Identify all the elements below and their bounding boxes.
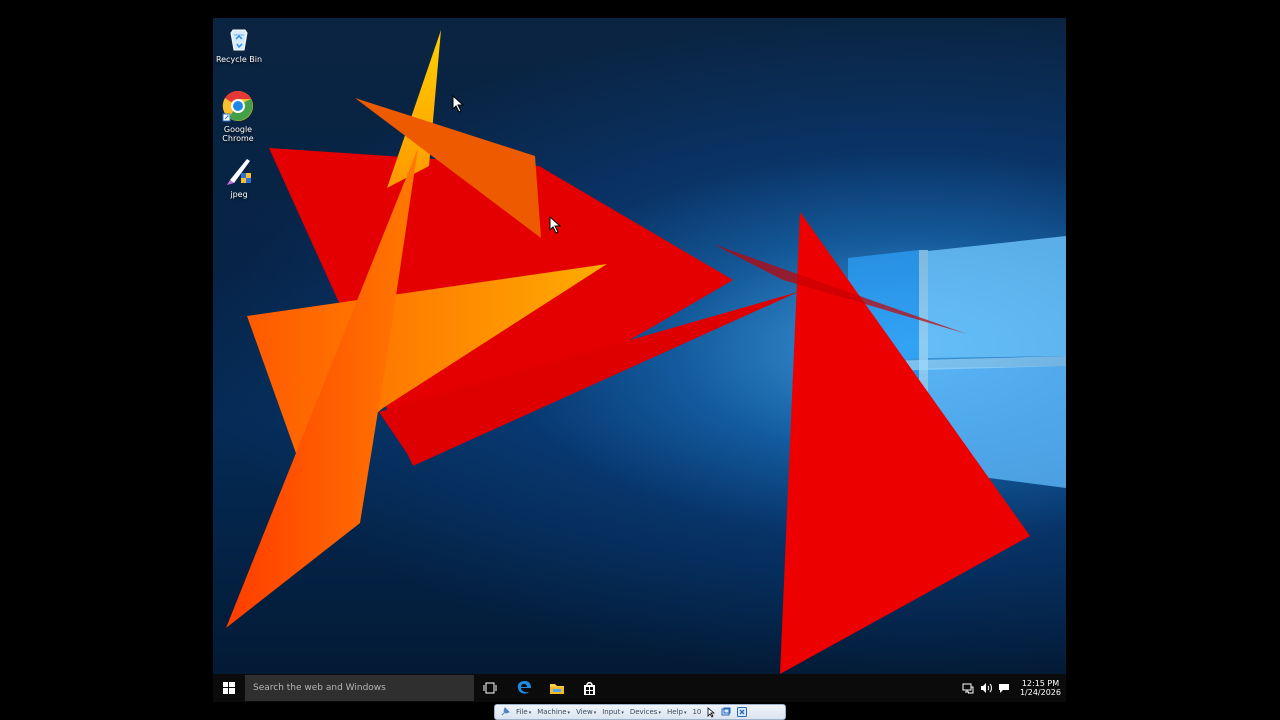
search-input[interactable]: Search the web and Windows (245, 675, 474, 701)
desktop-icon-label: Recycle Bin (215, 55, 263, 64)
menu-help[interactable]: Help (667, 708, 686, 716)
close-icon[interactable] (737, 707, 748, 717)
file-explorer-button[interactable] (546, 674, 568, 702)
search-placeholder: Search the web and Windows (253, 683, 386, 693)
taskbar: Search the web and Windows 12:15 PM 1/24… (213, 674, 1066, 702)
task-view-icon (483, 682, 497, 694)
edge-button[interactable] (513, 674, 535, 702)
mouse-pointer-icon (452, 95, 464, 113)
menu-devices[interactable]: Devices (630, 708, 661, 716)
system-tray: 12:15 PM 1/24/2026 (962, 674, 1066, 702)
store-icon (583, 681, 595, 695)
mouse-pointer-icon (549, 216, 561, 234)
network-icon[interactable] (962, 682, 974, 694)
restore-icon[interactable] (721, 707, 731, 717)
edge-icon (517, 681, 531, 694)
task-view-button[interactable] (479, 674, 501, 702)
chrome-icon (222, 90, 253, 122)
desktop-icon-label: jpeg (230, 190, 248, 199)
menu-machine[interactable]: Machine (537, 708, 570, 716)
clock-time: 12:15 PM (1021, 679, 1060, 688)
pin-icon[interactable] (500, 707, 510, 717)
desktop-icon-google-chrome[interactable]: Google Chrome (213, 89, 264, 143)
clock[interactable]: 12:15 PM 1/24/2026 (1020, 679, 1061, 697)
windows-start-icon (223, 682, 235, 694)
notification-icon[interactable] (998, 682, 1010, 694)
menu-view[interactable]: View (576, 708, 596, 716)
clock-date: 1/24/2026 (1019, 688, 1061, 697)
store-button[interactable] (578, 674, 600, 702)
desktop-icon-recycle-bin[interactable]: Recycle Bin (213, 25, 265, 64)
vm-toolbar: File Machine View Input Devices Help 10 (494, 704, 786, 720)
recycle-bin-icon (230, 29, 248, 51)
volume-icon[interactable] (980, 682, 992, 694)
menu-file[interactable]: File (516, 708, 531, 716)
desktop-icon-label: Google Chrome (222, 125, 254, 143)
desktop-screen: Recycle Bin Google Chrome jpeg (213, 18, 1066, 674)
window-pane-top-right (928, 236, 1066, 358)
vm-toolbar-number: 10 (692, 708, 702, 716)
start-button[interactable] (213, 674, 245, 702)
mouse-pointer-icon (707, 706, 716, 718)
wallpaper (226, 30, 1066, 674)
file-explorer-icon (550, 684, 564, 694)
desktop-icon-jpeg[interactable]: jpeg (213, 154, 265, 199)
menu-input[interactable]: Input (602, 708, 624, 716)
jpeg-file-icon (227, 159, 251, 185)
